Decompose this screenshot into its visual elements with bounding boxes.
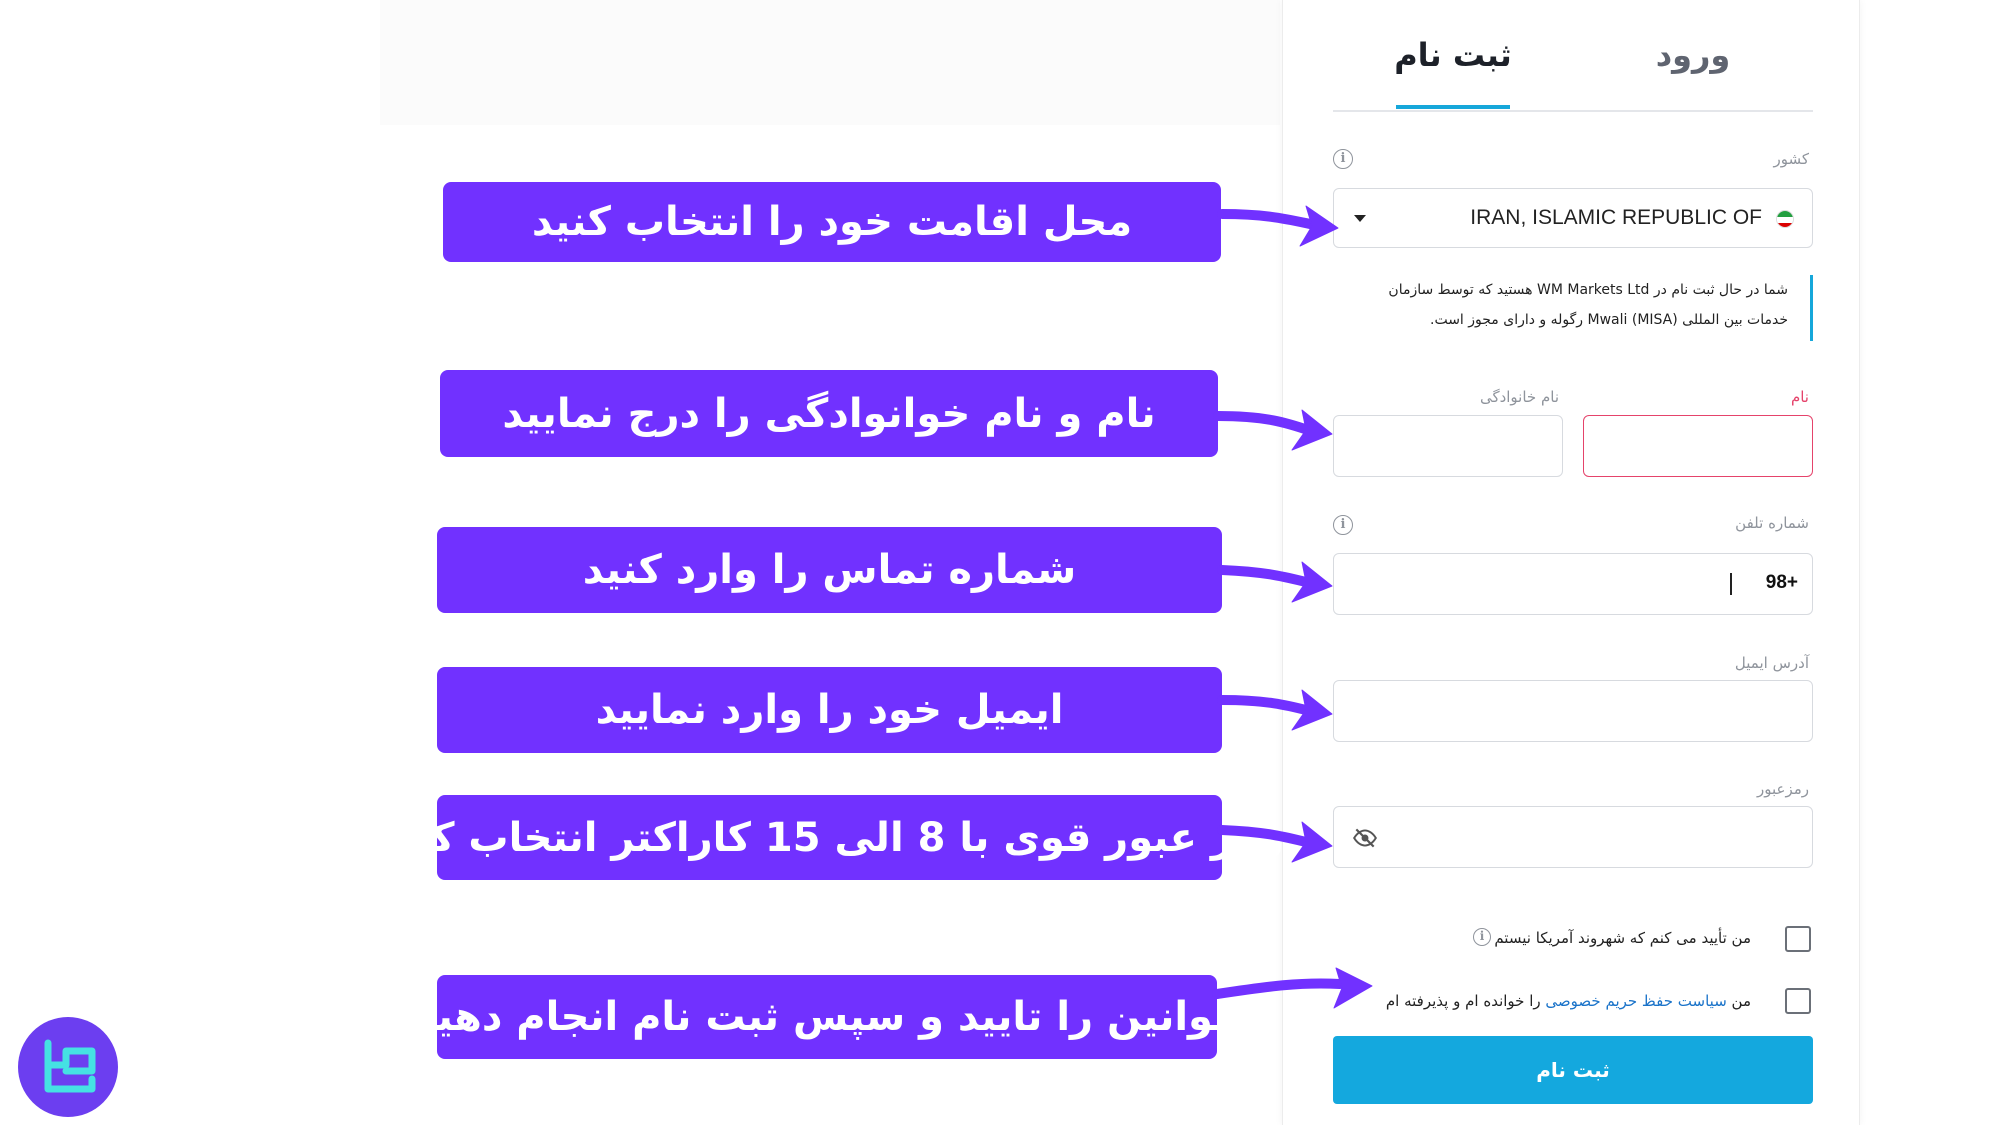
last-name-label: نام خانوادگی bbox=[1479, 388, 1559, 406]
info-icon[interactable]: i bbox=[1473, 928, 1491, 946]
password-label: رمزعبور bbox=[1756, 780, 1809, 798]
country-label: کشور bbox=[1773, 150, 1809, 168]
register-button[interactable]: ثبت نام bbox=[1333, 1036, 1813, 1104]
privacy-prefix: من bbox=[1731, 992, 1751, 1010]
auth-tabs: ورود ثبت نام bbox=[1333, 0, 1813, 112]
callout-name: نام و نام خوانوادگی را درج نمایید bbox=[440, 370, 1218, 457]
email-field[interactable] bbox=[1333, 680, 1813, 742]
eye-slash-icon[interactable] bbox=[1352, 825, 1378, 851]
active-tab-indicator bbox=[1396, 105, 1510, 109]
privacy-policy-link[interactable]: سیاست حفظ حریم خصوصی bbox=[1545, 992, 1726, 1010]
password-field[interactable] bbox=[1333, 806, 1813, 868]
brand-logo bbox=[18, 1017, 118, 1117]
phone-field[interactable]: 98+ bbox=[1333, 553, 1813, 615]
first-name-label: نام bbox=[1790, 388, 1809, 406]
us-citizen-checkbox[interactable] bbox=[1785, 926, 1811, 952]
iran-flag-icon bbox=[1776, 210, 1794, 228]
phone-label: شماره تلفن bbox=[1735, 514, 1809, 532]
info-icon[interactable]: i bbox=[1333, 515, 1353, 535]
phone-country-code: 98+ bbox=[1765, 572, 1798, 593]
callout-terms: قوانین را تایید و سپس ثبت نام انجام دهید bbox=[415, 975, 1239, 1059]
info-icon[interactable]: i bbox=[1333, 149, 1353, 169]
regulation-notice: شما در حال ثبت نام در WM Markets Ltd هست… bbox=[1333, 275, 1813, 341]
notice-line-2: خدمات بین المللی Mwali (MISA) رگوله و دا… bbox=[1430, 312, 1788, 328]
country-select[interactable]: IRAN, ISLAMIC REPUBLIC OF bbox=[1333, 188, 1813, 248]
us-citizen-text: من تأیید می کنم که شهروند آمریکا نیستم bbox=[1494, 929, 1751, 947]
country-value: IRAN, ISLAMIC REPUBLIC OF bbox=[1470, 206, 1762, 229]
privacy-checkbox[interactable] bbox=[1785, 988, 1811, 1014]
tab-register[interactable]: ثبت نام bbox=[1393, 36, 1513, 74]
callout-email: ایمیل خود را وارد نمایید bbox=[437, 667, 1222, 753]
chevron-down-icon bbox=[1354, 215, 1366, 222]
email-label: آدرس ایمیل bbox=[1734, 654, 1809, 672]
first-name-field[interactable] bbox=[1583, 415, 1813, 477]
logo-mark-icon bbox=[44, 1039, 96, 1093]
callout-password: رمز عبور قوی با 8 الی 15 کاراکتر انتخاب … bbox=[375, 795, 1284, 880]
callout-residence: محل اقامت خود را انتخاب کنید bbox=[443, 182, 1221, 262]
last-name-field[interactable] bbox=[1333, 415, 1563, 477]
privacy-text: من سیاست حفظ حریم خصوصی را خوانده ام و پ… bbox=[1386, 992, 1751, 1010]
privacy-suffix: را خوانده ام و پذیرفته ام bbox=[1385, 992, 1541, 1010]
callout-phone: شماره تماس را وارد کنید bbox=[437, 527, 1222, 613]
text-cursor bbox=[1730, 573, 1732, 595]
notice-line-1: شما در حال ثبت نام در WM Markets Ltd هست… bbox=[1388, 282, 1788, 298]
background-panel bbox=[380, 0, 1280, 125]
tab-login[interactable]: ورود bbox=[1633, 36, 1753, 74]
registration-card: ورود ثبت نام کشور i IRAN, ISLAMIC REPUBL… bbox=[1282, 0, 1860, 1125]
